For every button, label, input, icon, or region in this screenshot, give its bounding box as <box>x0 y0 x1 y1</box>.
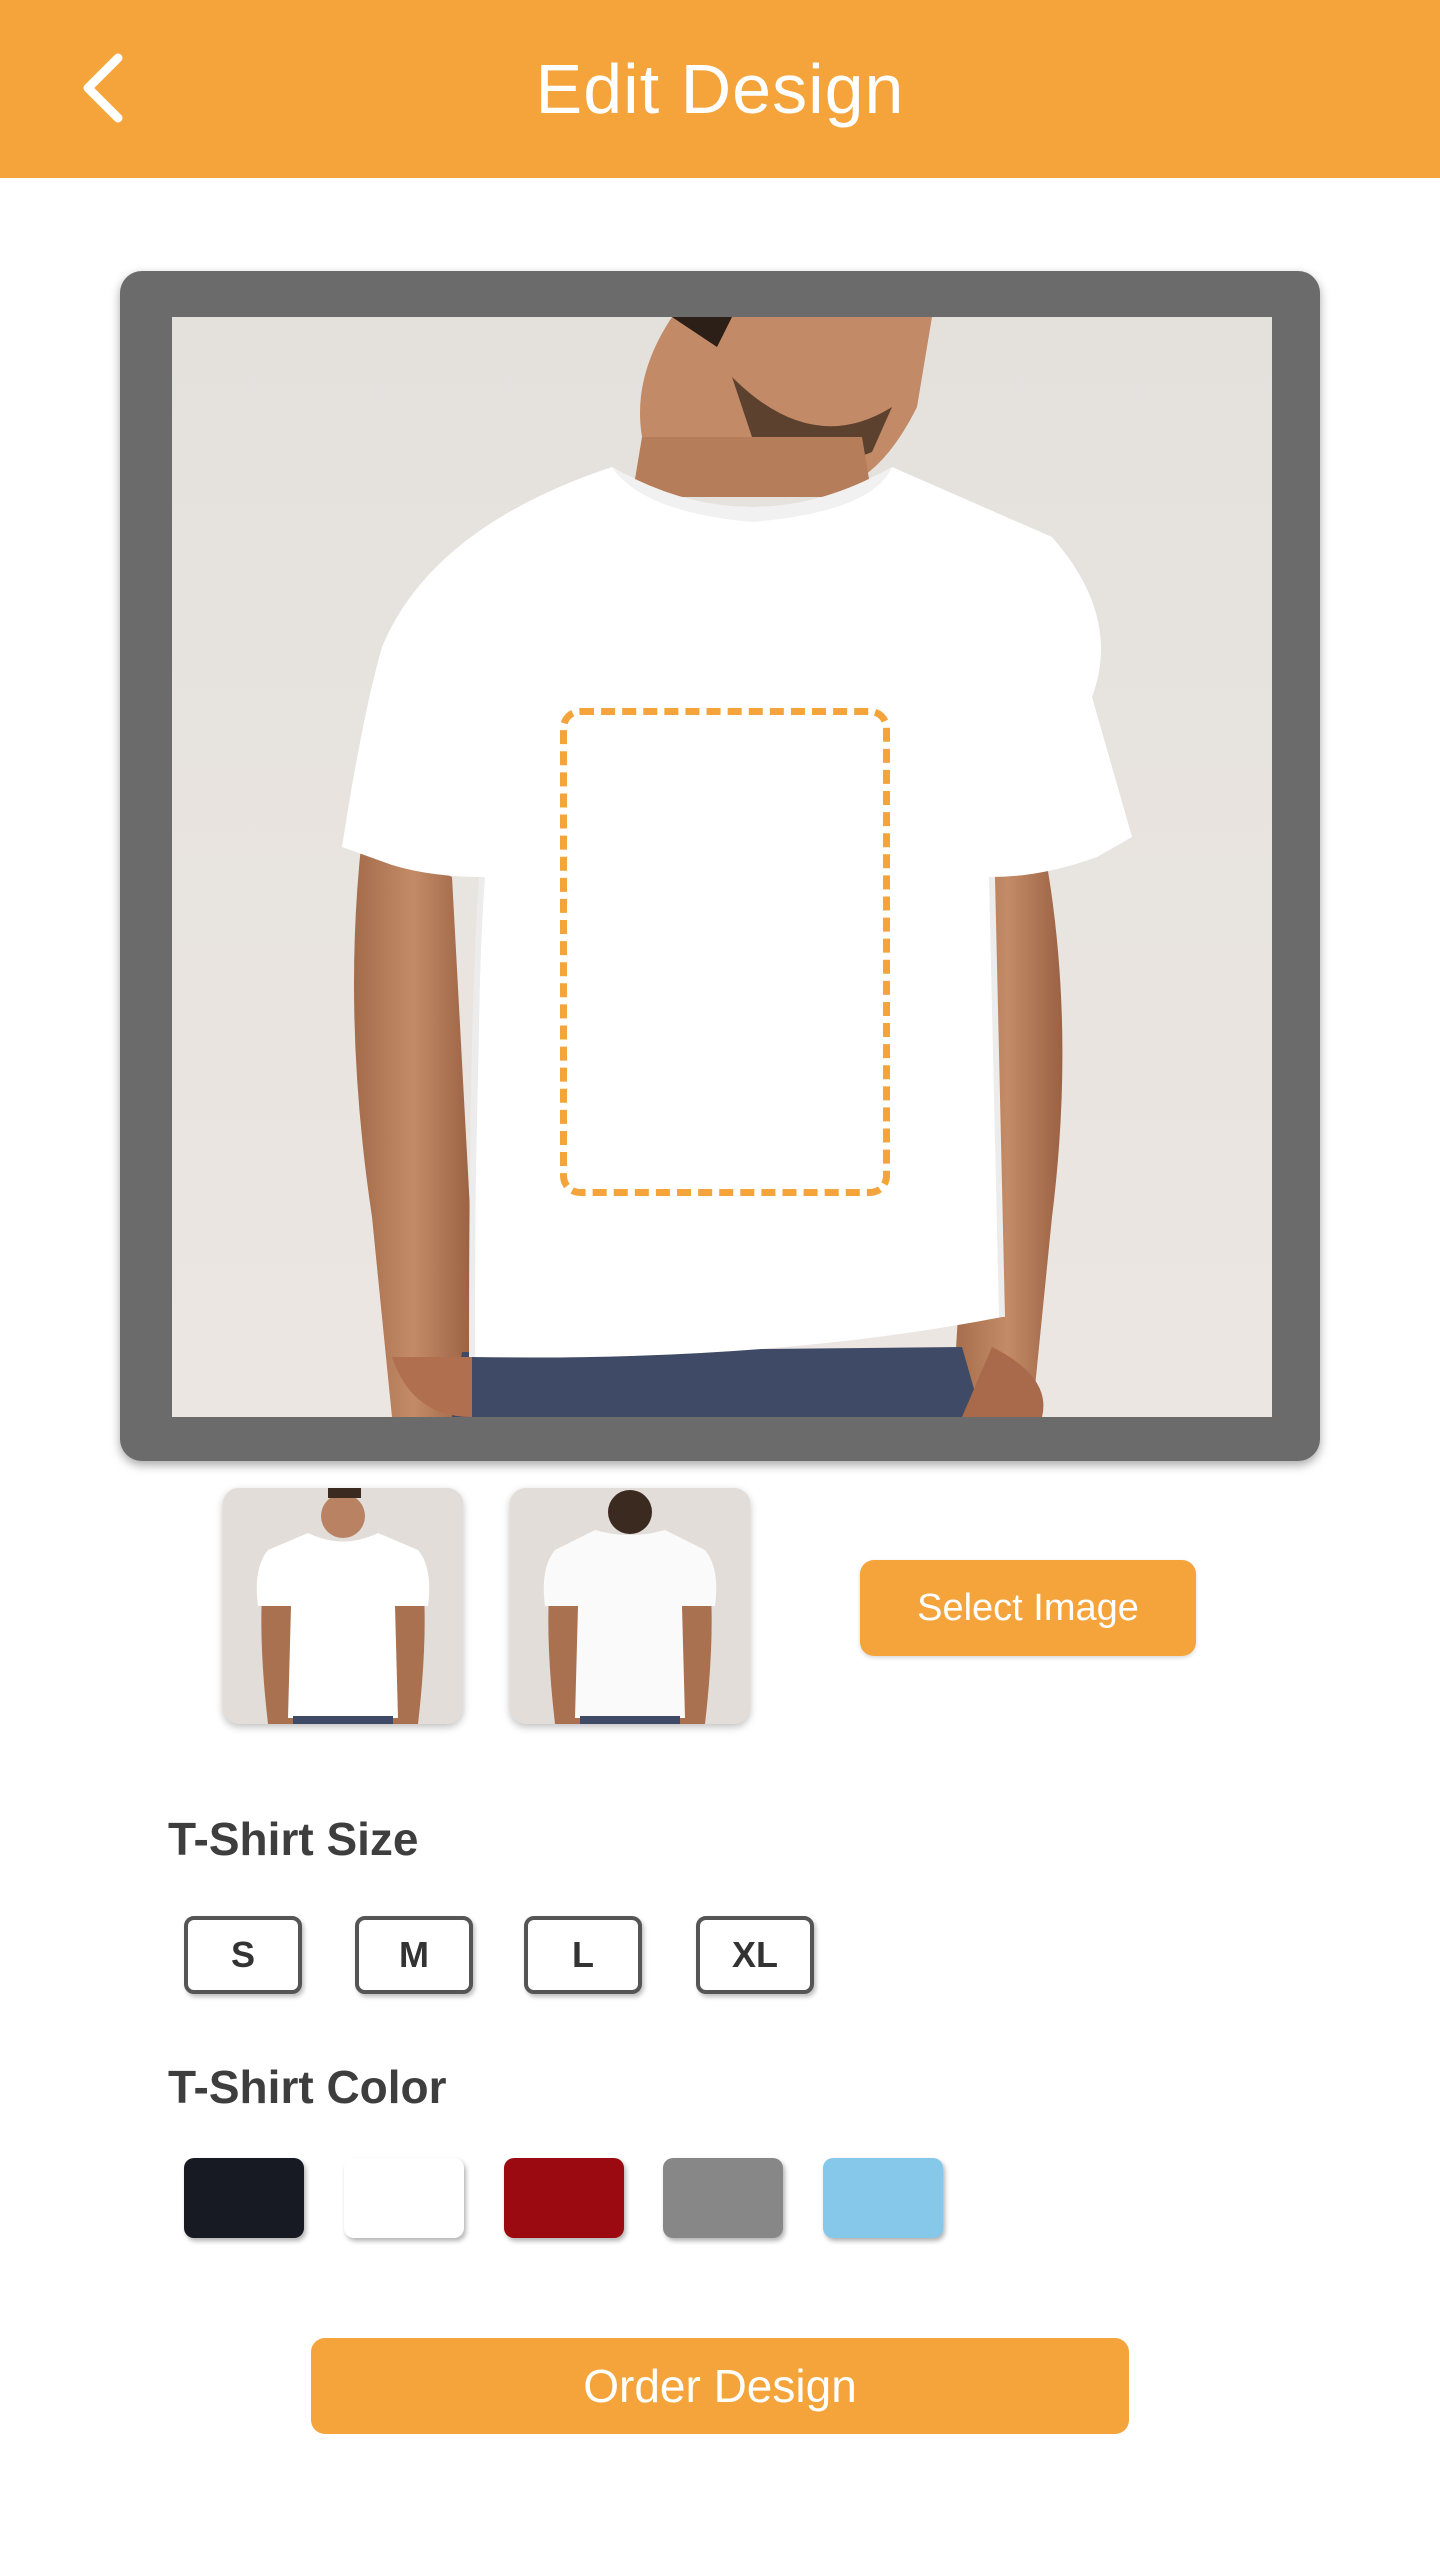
size-option-xl[interactable]: XL <box>696 1916 814 1994</box>
select-image-button[interactable]: Select Image <box>860 1560 1196 1656</box>
tshirt-preview-image <box>172 317 1272 1417</box>
size-option-m[interactable]: M <box>355 1916 473 1994</box>
app-header: Edit Design <box>0 0 1440 178</box>
color-swatch-white[interactable] <box>344 2158 464 2238</box>
design-preview-frame <box>120 271 1320 1461</box>
size-option-s[interactable]: S <box>184 1916 302 1994</box>
size-section-label: T-Shirt Size <box>168 1813 419 1865</box>
color-section-label: T-Shirt Color <box>168 2061 447 2113</box>
tshirt-front-thumbnail <box>223 1488 463 1724</box>
page-title: Edit Design <box>535 50 905 128</box>
print-area-outline[interactable] <box>560 708 890 1196</box>
back-button[interactable] <box>62 48 142 128</box>
color-swatch-light-blue[interactable] <box>823 2158 943 2238</box>
thumbnail-back-view[interactable] <box>510 1488 750 1724</box>
thumbnail-front-view[interactable] <box>223 1488 463 1724</box>
tshirt-back-thumbnail <box>510 1488 750 1724</box>
color-swatch-gray[interactable] <box>663 2158 783 2238</box>
size-option-l[interactable]: L <box>524 1916 642 1994</box>
color-swatch-black[interactable] <box>184 2158 304 2238</box>
order-design-button[interactable]: Order Design <box>311 2338 1129 2434</box>
color-swatch-red[interactable] <box>504 2158 624 2238</box>
chevron-left-icon <box>83 53 123 123</box>
